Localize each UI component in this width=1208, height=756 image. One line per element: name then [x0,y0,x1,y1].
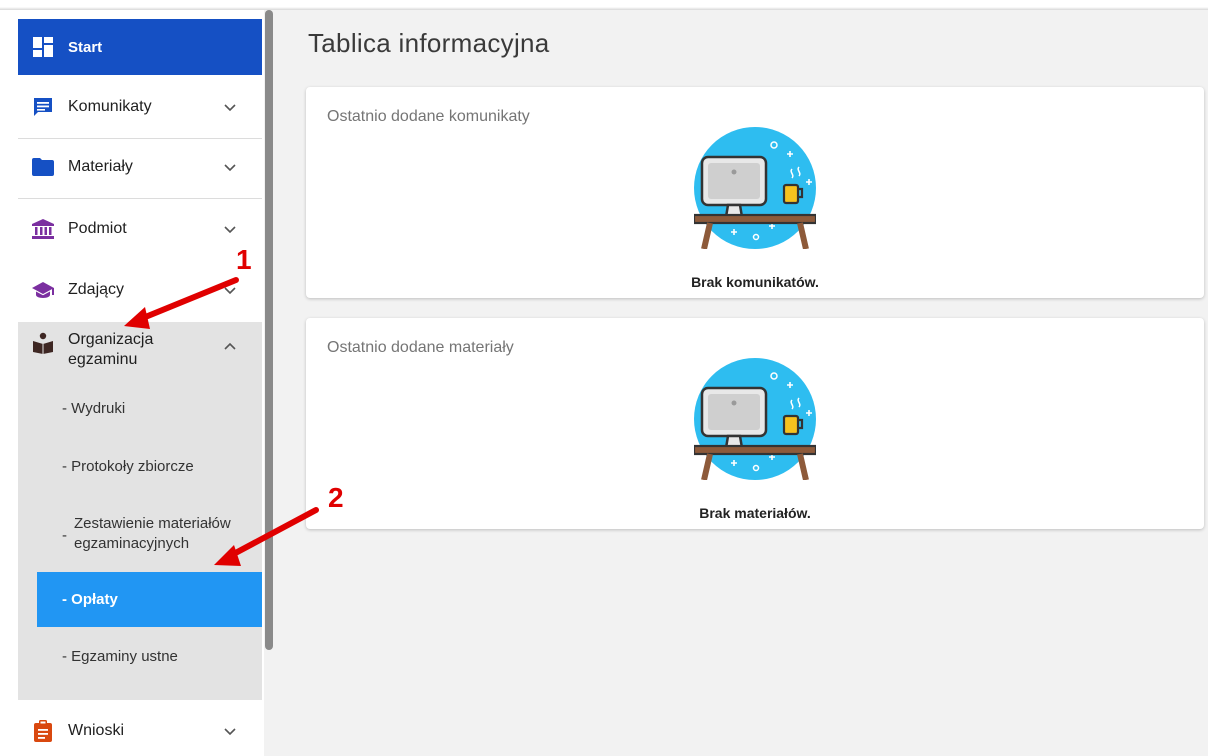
annotation-arrow-2 [214,507,319,566]
annotation-marker-2: 2 [328,482,344,513]
annotation-marker-1: 1 [236,244,252,275]
annotation-arrow-1 [124,277,239,329]
annotation-arrows [124,277,319,566]
